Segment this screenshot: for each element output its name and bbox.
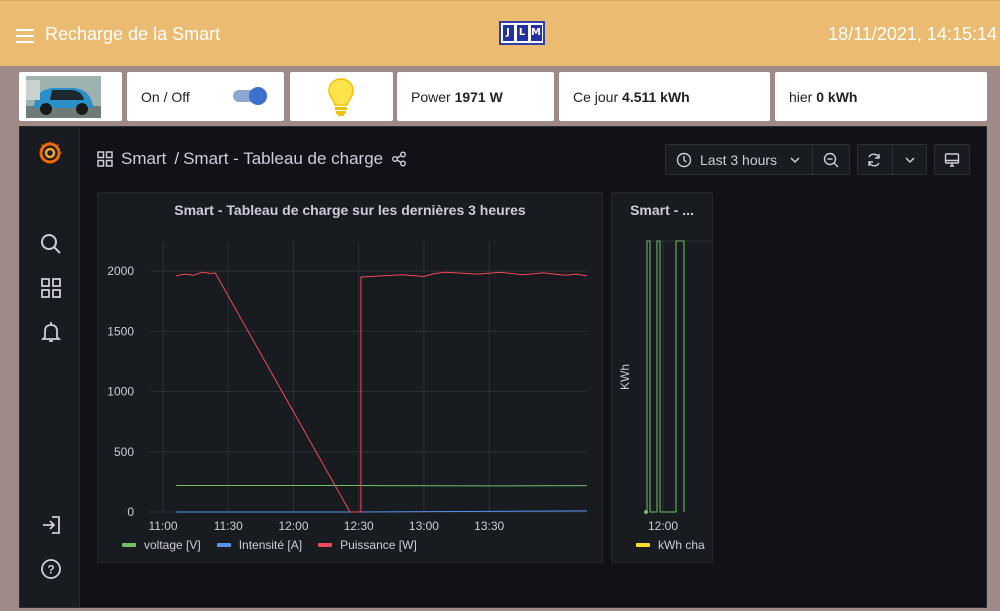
- divider: [892, 145, 893, 174]
- divider: [812, 145, 813, 174]
- share-icon[interactable]: [391, 151, 407, 167]
- kwh-chart-panel[interactable]: Smart - ... KWh 12:00 kWh cha: [611, 192, 713, 563]
- time-range-picker[interactable]: Last 3 hours: [665, 144, 850, 175]
- clock-icon: [676, 152, 692, 168]
- main-legend: voltage [V] Intensité [A] Puissance [W]: [122, 538, 417, 552]
- yesterday-label: hier: [789, 89, 813, 105]
- y-tick-label: 500: [114, 445, 134, 459]
- power-label: Power: [411, 89, 451, 105]
- top-bar: Recharge de la Smart J L M 18/11/2021, 1…: [0, 0, 1000, 66]
- jlm-logo: J L M: [499, 21, 545, 45]
- toggle-label: On / Off: [141, 89, 190, 105]
- series-line-puissance: [175, 271, 588, 513]
- monitor-icon: [944, 153, 960, 167]
- chevron-down-icon: [790, 157, 800, 164]
- legend-swatch-puissance: [318, 543, 333, 547]
- alerting-bell-icon[interactable]: [40, 321, 62, 343]
- x-tick-label: 11:00: [148, 519, 177, 533]
- refresh-icon[interactable]: [866, 152, 882, 168]
- legend-swatch-voltage: [122, 543, 136, 547]
- today-card: Ce jour 4.511 kWh: [559, 72, 770, 121]
- legend-swatch-intensite: [216, 543, 231, 547]
- yesterday-value: 0 kWh: [816, 89, 858, 105]
- bulb-card: [290, 72, 393, 121]
- time-range-label: Last 3 hours: [700, 152, 778, 168]
- legend-label: Puissance [W]: [340, 538, 417, 552]
- tv-mode-button[interactable]: [934, 144, 970, 175]
- kwh-legend: kWh cha: [636, 538, 705, 552]
- toggle-knob: [249, 87, 267, 105]
- legend-item[interactable]: kWh cha: [636, 538, 705, 552]
- logo-letter: J: [502, 25, 514, 41]
- legend-item[interactable]: Intensité [A]: [216, 538, 303, 552]
- y-tick-label: 1000: [107, 385, 134, 399]
- dashboard-grid-icon: [97, 151, 113, 167]
- x-tick-label: 11:30: [214, 519, 243, 533]
- car-photo-card: [19, 72, 122, 121]
- app-title: Recharge de la Smart: [45, 24, 221, 44]
- today-value: 4.511 kWh: [622, 89, 690, 105]
- legend-swatch-kwh: [636, 543, 650, 547]
- y-tick-label: 0: [127, 505, 134, 519]
- x-tick-label: 12:00: [648, 519, 678, 533]
- refresh-picker[interactable]: [857, 144, 927, 175]
- car-photo: [26, 76, 101, 118]
- help-icon[interactable]: ?: [40, 558, 62, 580]
- power-value: 1971 W: [454, 89, 503, 105]
- main-chart-panel[interactable]: Smart - Tableau de charge sur les derniè…: [97, 192, 603, 563]
- lightbulb-icon: [328, 78, 354, 116]
- kwh-chart-svg: KWh 12:00: [618, 240, 712, 533]
- breadcrumb: Smart / Smart - Tableau de charge: [97, 149, 407, 169]
- svg-text:?: ?: [47, 563, 54, 577]
- zoom-out-icon[interactable]: [823, 152, 839, 168]
- grafana-frame: ? Smart / Smart - Tableau de charge Last…: [19, 126, 987, 608]
- series-line-kwh: [646, 240, 685, 513]
- hamburger-menu-icon[interactable]: [16, 29, 34, 43]
- y-tick-label: 1500: [107, 324, 134, 338]
- x-tick-label: 13:00: [409, 519, 439, 533]
- logo-letter: M: [530, 25, 542, 41]
- datetime: 18/11/2021, 14:15:14: [828, 24, 997, 44]
- main-chart-svg: 0 500 1000 1500 2000 11:00 11:30 12:00 12:30 13:0…: [107, 241, 588, 533]
- legend-item[interactable]: Puissance [W]: [318, 538, 417, 552]
- dashboards-icon[interactable]: [40, 277, 62, 299]
- toggle-card: On / Off: [127, 72, 284, 121]
- grafana-logo-icon[interactable]: [37, 140, 63, 166]
- x-tick-label: 12:00: [278, 519, 308, 533]
- chevron-down-icon[interactable]: [905, 156, 915, 164]
- search-icon[interactable]: [40, 233, 62, 255]
- breadcrumb-folder[interactable]: Smart: [121, 149, 166, 169]
- y-tick-label: 2000: [107, 264, 134, 278]
- x-tick-label: 13:30: [474, 519, 504, 533]
- legend-label: voltage [V]: [144, 538, 201, 552]
- dashboard-title[interactable]: Smart - Tableau de charge: [183, 149, 383, 169]
- sign-in-icon[interactable]: [40, 514, 62, 536]
- logo-letter: L: [516, 25, 528, 41]
- power-card: Power 1971 W: [397, 72, 554, 121]
- power-toggle[interactable]: [233, 87, 267, 105]
- legend-item[interactable]: voltage [V]: [122, 538, 201, 552]
- legend-label: Intensité [A]: [238, 538, 303, 552]
- legend-label: kWh cha: [658, 538, 705, 552]
- breadcrumb-separator: /: [174, 149, 180, 168]
- yesterday-card: hier 0 kWh: [775, 72, 987, 121]
- series-point: [644, 510, 648, 514]
- grafana-sidenav: ?: [20, 127, 80, 607]
- x-tick-label: 12:30: [344, 519, 374, 533]
- y-axis-label: KWh: [618, 364, 632, 390]
- today-label: Ce jour: [573, 89, 619, 105]
